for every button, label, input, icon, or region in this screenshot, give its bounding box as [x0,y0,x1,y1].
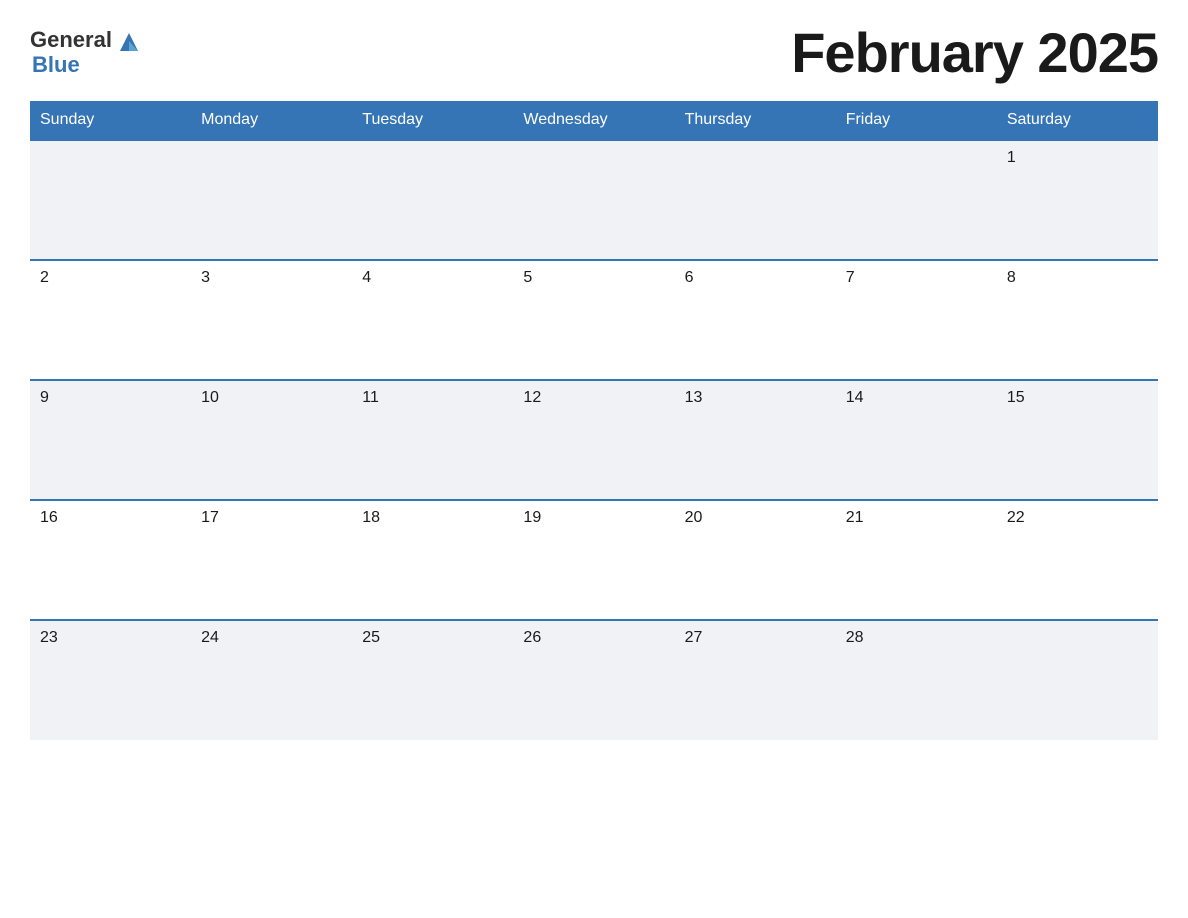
calendar-body: 1234567891011121314151617181920212223242… [30,140,1158,740]
calendar-cell: 2 [30,260,191,380]
day-number: 5 [523,269,532,286]
calendar-cell: 11 [352,380,513,500]
calendar-cell: 18 [352,500,513,620]
calendar-cell: 10 [191,380,352,500]
calendar-cell: 26 [513,620,674,740]
calendar-week-4: 16 17 18 19 20 21 22 [30,500,1158,620]
logo-text: General Blue [30,28,140,78]
calendar-cell [352,140,513,260]
calendar-week-2: 2 3 4 5 6 7 8 [30,260,1158,380]
day-number: 20 [685,509,703,526]
calendar-cell: 6 [675,260,836,380]
calendar-cell: 9 [30,380,191,500]
day-number: 21 [846,509,864,526]
weekday-header-wednesday: Wednesday [513,101,674,140]
day-number: 28 [846,629,864,646]
calendar-cell: 14 [836,380,997,500]
logo: General Blue [30,28,140,78]
calendar-cell: 16 [30,500,191,620]
weekday-header-sunday: Sunday [30,101,191,140]
day-number: 6 [685,269,694,286]
day-number: 1 [1007,149,1016,166]
logo-triangle-icon [118,31,140,53]
calendar-cell: 25 [352,620,513,740]
calendar-cell: 27 [675,620,836,740]
calendar-week-3: 9 10 11 12 13 14 15 [30,380,1158,500]
calendar-cell: 21 [836,500,997,620]
day-number: 3 [201,269,210,286]
weekday-header-tuesday: Tuesday [352,101,513,140]
day-number: 4 [362,269,371,286]
day-number: 26 [523,629,541,646]
logo-blue-text: Blue [32,53,140,77]
calendar-cell: 4 [352,260,513,380]
day-number: 14 [846,389,864,406]
calendar-cell: 12 [513,380,674,500]
day-number: 10 [201,389,219,406]
day-number: 12 [523,389,541,406]
calendar-cell: 19 [513,500,674,620]
month-title: February 2025 [791,20,1158,85]
calendar-cell: 1 [997,140,1158,260]
day-number: 19 [523,509,541,526]
logo-general: General [30,28,140,54]
calendar-cell: 7 [836,260,997,380]
day-number: 23 [40,629,58,646]
day-number: 17 [201,509,219,526]
day-number: 7 [846,269,855,286]
day-number: 22 [1007,509,1025,526]
day-number: 18 [362,509,380,526]
day-number: 15 [1007,389,1025,406]
logo-general-text: General [30,27,112,52]
calendar-cell: 3 [191,260,352,380]
calendar-week-1: 1 [30,140,1158,260]
weekday-header-monday: Monday [191,101,352,140]
calendar-cell [675,140,836,260]
calendar-cell [836,140,997,260]
day-number: 24 [201,629,219,646]
calendar-cell: 8 [997,260,1158,380]
calendar-table: SundayMondayTuesdayWednesdayThursdayFrid… [30,101,1158,740]
calendar-cell: 13 [675,380,836,500]
calendar-cell [997,620,1158,740]
day-number: 2 [40,269,49,286]
day-number: 9 [40,389,49,406]
day-number: 25 [362,629,380,646]
calendar-cell: 17 [191,500,352,620]
calendar-cell [513,140,674,260]
weekday-header-friday: Friday [836,101,997,140]
calendar-cell [191,140,352,260]
calendar-cell: 5 [513,260,674,380]
weekday-header-thursday: Thursday [675,101,836,140]
weekday-header-saturday: Saturday [997,101,1158,140]
calendar-cell: 22 [997,500,1158,620]
calendar-header: SundayMondayTuesdayWednesdayThursdayFrid… [30,101,1158,140]
day-number: 16 [40,509,58,526]
calendar-cell [30,140,191,260]
calendar-week-5: 23 24 25 26 27 28 [30,620,1158,740]
calendar-cell: 28 [836,620,997,740]
day-number: 13 [685,389,703,406]
calendar-cell: 23 [30,620,191,740]
calendar-cell: 24 [191,620,352,740]
day-number: 27 [685,629,703,646]
day-number: 11 [362,389,379,406]
calendar-cell: 20 [675,500,836,620]
weekday-row: SundayMondayTuesdayWednesdayThursdayFrid… [30,101,1158,140]
page-header: General Blue February 2025 [30,20,1158,85]
calendar-cell: 15 [997,380,1158,500]
day-number: 8 [1007,269,1016,286]
